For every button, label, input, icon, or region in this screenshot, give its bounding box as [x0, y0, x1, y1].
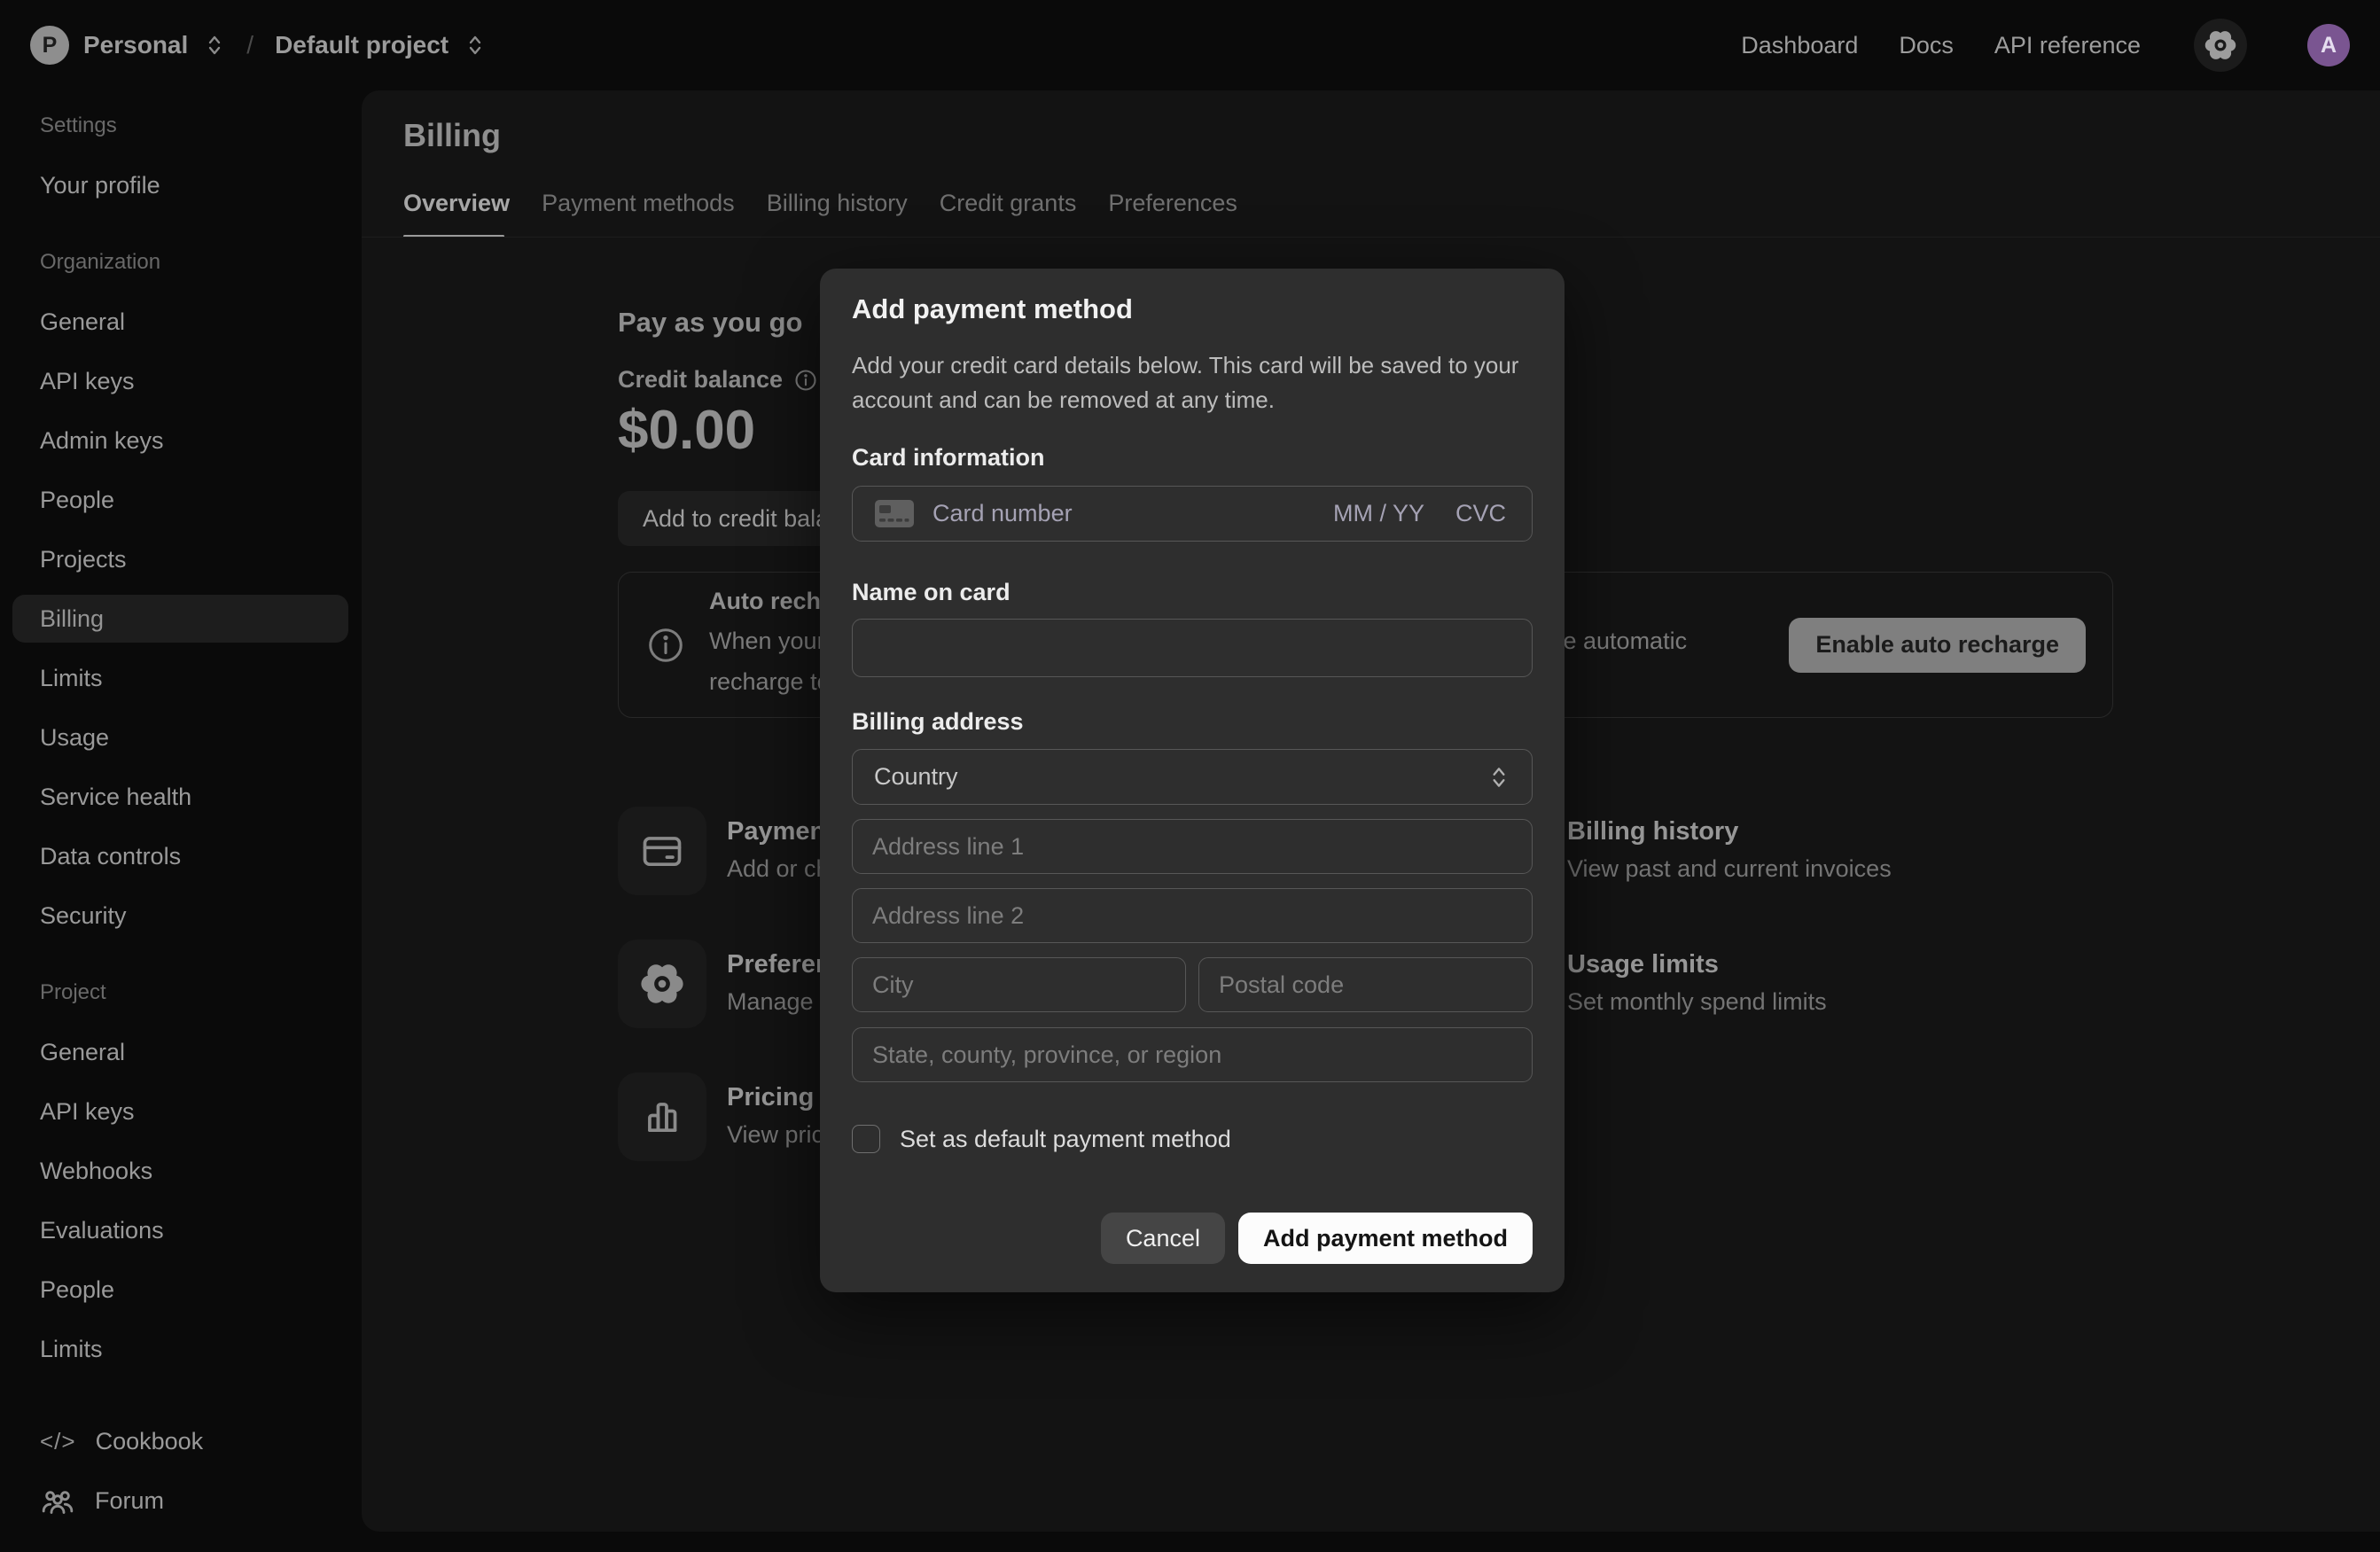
credit-card-icon — [618, 807, 706, 895]
gear-icon — [618, 940, 706, 1028]
add-payment-method-button[interactable]: Add payment method — [1238, 1213, 1533, 1264]
sidebar-item-project-api-keys[interactable]: API keys — [12, 1088, 348, 1135]
cookbook-label: Cookbook — [96, 1428, 204, 1455]
sidebar-footer: </> Cookbook Forum — [0, 1412, 361, 1531]
tab-payment-methods[interactable]: Payment methods — [542, 188, 735, 218]
set-default-checkbox[interactable] — [852, 1125, 880, 1153]
code-icon: </> — [40, 1428, 76, 1455]
cancel-button[interactable]: Cancel — [1101, 1213, 1225, 1264]
country-select[interactable]: Country — [852, 749, 1533, 805]
nav-dashboard[interactable]: Dashboard — [1741, 32, 1858, 59]
chevron-updown-icon[interactable] — [204, 32, 225, 58]
chevron-updown-icon — [1487, 763, 1510, 792]
billing-tabs: Overview Payment methods Billing history… — [403, 188, 1237, 218]
card-expiry-input[interactable] — [1333, 487, 1432, 541]
modal-buttons: Cancel Add payment method — [1101, 1213, 1533, 1264]
set-default-label: Set as default payment method — [900, 1126, 1231, 1153]
sidebar-item-project-general[interactable]: General — [12, 1028, 348, 1076]
gear-icon — [2204, 28, 2237, 62]
sidebar-item-api-keys[interactable]: API keys — [12, 357, 348, 405]
modal-description: Add your credit card details below. This… — [852, 348, 1539, 417]
nav-api-reference[interactable]: API reference — [1994, 32, 2141, 59]
sidebar-item-project-limits[interactable]: Limits — [12, 1325, 348, 1373]
name-on-card-input[interactable] — [852, 619, 1533, 677]
breadcrumb-separator: / — [239, 31, 261, 59]
sidebar-link-cookbook[interactable]: </> Cookbook — [0, 1412, 361, 1471]
feature-description: Set monthly spend limits — [1567, 988, 1827, 1016]
address-line2-input[interactable] — [852, 888, 1533, 943]
sidebar-section-project: Project — [0, 969, 361, 1017]
info-circle-icon[interactable] — [793, 368, 818, 393]
modal-title: Add payment method — [852, 293, 1133, 325]
enable-auto-recharge-button[interactable]: Enable auto recharge — [1789, 618, 2086, 673]
tab-divider — [362, 237, 2380, 238]
address-line1-input[interactable] — [852, 819, 1533, 874]
card-cvc-input[interactable] — [1455, 487, 1510, 541]
bar-chart-icon — [618, 1072, 706, 1161]
sidebar-item-projects[interactable]: Projects — [12, 535, 348, 583]
credit-balance-row: Credit balance — [618, 366, 818, 394]
plan-badge: Pay as you go — [618, 307, 802, 339]
sidebar-item-billing[interactable]: Billing — [12, 595, 348, 643]
card-information-field — [852, 486, 1533, 542]
feature-title[interactable]: Billing history — [1567, 817, 1892, 846]
sidebar-item-security[interactable]: Security — [12, 892, 348, 940]
user-avatar[interactable]: A — [2307, 24, 2350, 66]
tab-credit-grants[interactable]: Credit grants — [940, 188, 1077, 218]
name-on-card-label: Name on card — [852, 579, 1011, 606]
nav-docs[interactable]: Docs — [1899, 32, 1954, 59]
card-information-label: Card information — [852, 444, 1045, 472]
settings-gear-button[interactable] — [2194, 19, 2247, 72]
info-circle-icon — [645, 625, 686, 666]
forum-label: Forum — [95, 1487, 164, 1515]
people-icon — [40, 1486, 75, 1517]
card-number-input[interactable] — [915, 487, 1333, 541]
sidebar-link-forum[interactable]: Forum — [0, 1471, 361, 1531]
add-payment-method-modal: Add payment method Add your credit card … — [820, 269, 1565, 1292]
tab-billing-history[interactable]: Billing history — [767, 188, 908, 218]
credit-balance-label: Credit balance — [618, 366, 783, 394]
sidebar-item-your-profile[interactable]: Your profile — [12, 161, 348, 209]
city-input[interactable] — [852, 957, 1186, 1012]
tab-preferences[interactable]: Preferences — [1108, 188, 1237, 218]
top-bar: P Personal / Default project Dashboard D… — [0, 0, 2380, 90]
page-title: Billing — [403, 117, 501, 154]
credit-balance-amount: $0.00 — [618, 399, 755, 462]
settings-sidebar: Settings Your profile Organization Gener… — [0, 90, 361, 1552]
breadcrumb: P Personal / Default project — [30, 26, 486, 65]
project-switcher[interactable]: Default project — [275, 31, 449, 59]
org-switcher[interactable]: Personal — [83, 31, 188, 59]
billing-settings-screen: P Personal / Default project Dashboard D… — [0, 0, 2380, 1552]
set-default-row[interactable]: Set as default payment method — [852, 1125, 1231, 1153]
sidebar-section-organization: Organization — [0, 238, 361, 286]
sidebar-item-evaluations[interactable]: Evaluations — [12, 1206, 348, 1254]
top-nav: Dashboard Docs API reference — [1741, 19, 2350, 72]
sidebar-item-admin-keys[interactable]: Admin keys — [12, 417, 348, 464]
state-region-input[interactable] — [852, 1027, 1533, 1082]
sidebar-item-people[interactable]: People — [12, 476, 348, 524]
chevron-updown-icon[interactable] — [464, 32, 486, 58]
sidebar-item-webhooks[interactable]: Webhooks — [12, 1147, 348, 1195]
credit-card-icon — [874, 499, 915, 528]
feature-title[interactable]: Usage limits — [1567, 950, 1827, 979]
sidebar-item-limits[interactable]: Limits — [12, 654, 348, 702]
sidebar-item-data-controls[interactable]: Data controls — [12, 832, 348, 880]
sidebar-item-usage[interactable]: Usage — [12, 714, 348, 761]
postal-code-input[interactable] — [1198, 957, 1533, 1012]
sidebar-item-general[interactable]: General — [12, 298, 348, 346]
tab-overview[interactable]: Overview — [403, 188, 510, 218]
sidebar-item-project-people[interactable]: People — [12, 1266, 348, 1314]
org-avatar[interactable]: P — [30, 26, 69, 65]
country-select-value: Country — [874, 763, 958, 791]
sidebar-item-service-health[interactable]: Service health — [12, 773, 348, 821]
feature-description: View past and current invoices — [1567, 855, 1892, 883]
billing-address-label: Billing address — [852, 708, 1024, 736]
sidebar-section-settings: Settings — [0, 102, 361, 150]
